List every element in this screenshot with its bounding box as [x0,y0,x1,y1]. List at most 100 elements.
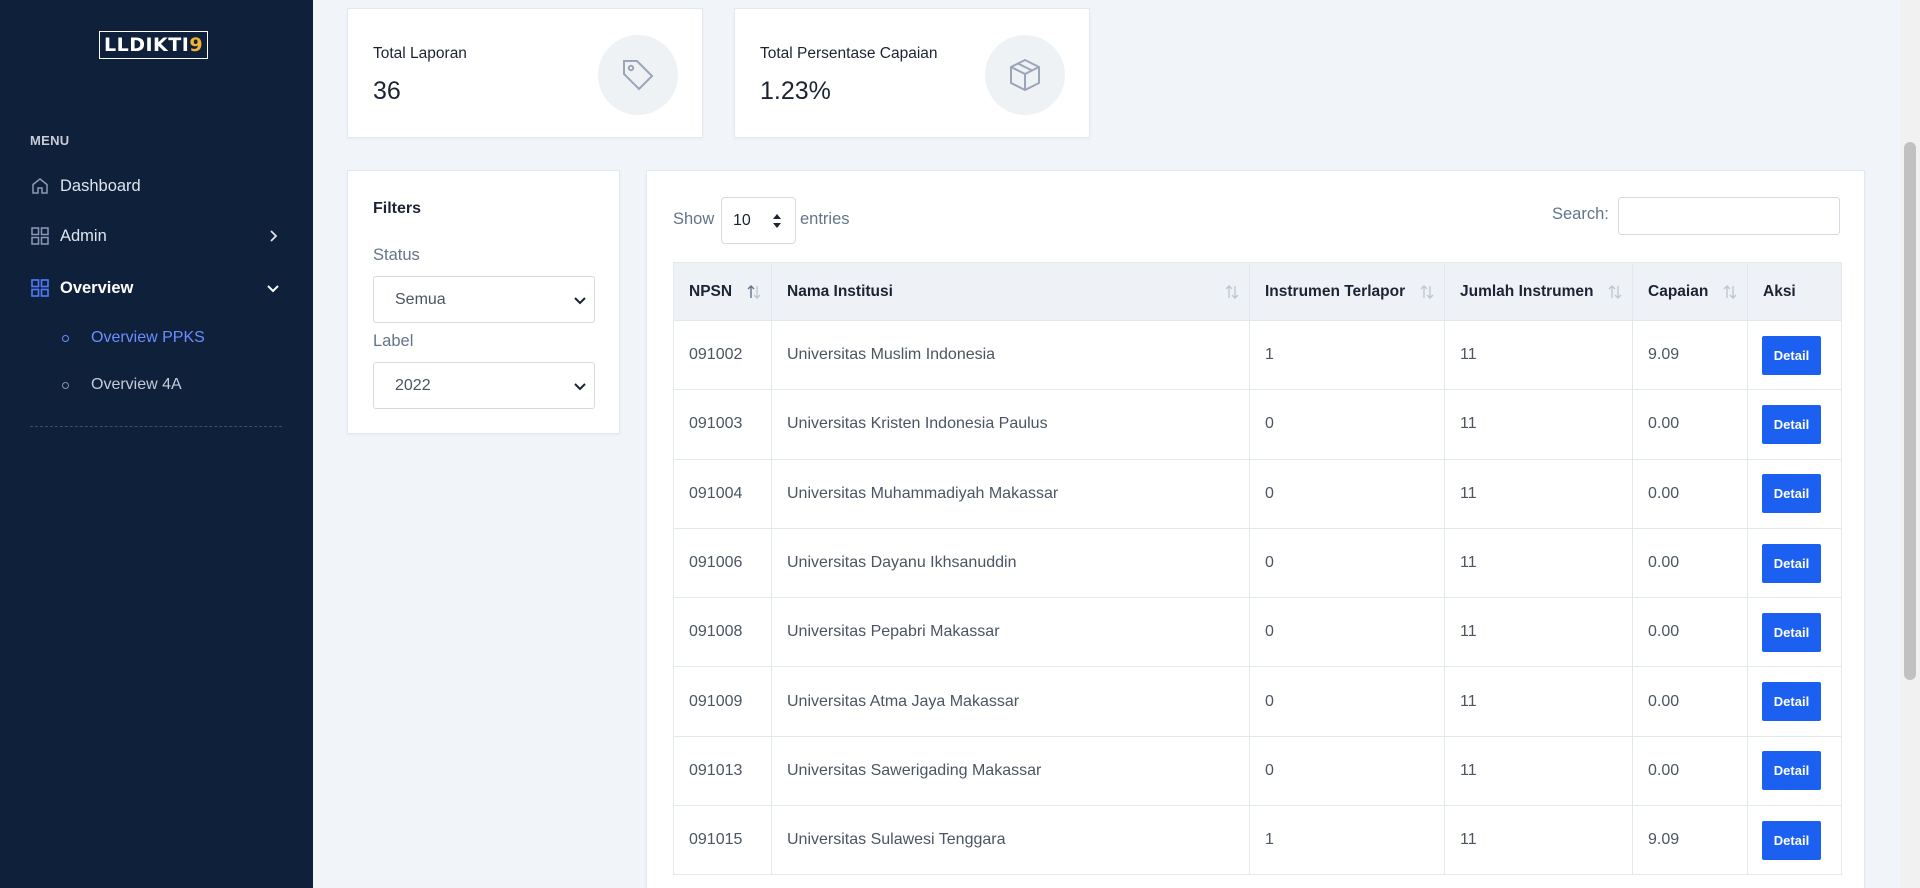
cell-capaian: 9.09 [1632,319,1748,391]
cell-jumlah-instrumen: 11 [1444,319,1633,391]
cell-capaian: 0.00 [1632,735,1748,807]
cell-nama-institusi: Universitas Sawerigading Makassar [771,735,1250,807]
cell-nama-institusi: Universitas Kristen Indonesia Paulus [771,389,1250,460]
cell-aksi: Detail [1747,735,1842,807]
cell-instrumen-terlapor: 0 [1249,527,1445,599]
status-filter-label: Status [373,246,420,264]
detail-button[interactable]: Detail [1762,751,1821,791]
app-logo[interactable]: LLDIKTI 9 [99,31,209,59]
table-header-row: NPSN Nama Institusi Instrumen Terlapor J… [673,262,1842,321]
chevron-down-icon [574,297,586,305]
sidebar-subitem-overview-4a[interactable]: Overview 4A [62,372,182,398]
entries-per-page-select[interactable]: 10 [721,197,796,244]
sort-icon [1225,285,1239,299]
cell-nama-institusi: Universitas Muslim Indonesia [771,319,1250,391]
cell-instrumen-terlapor: 0 [1249,735,1445,807]
data-table-panel: Show 10 entries Search: NPSN Nama Instit… [646,170,1865,888]
chevron-down-icon [264,279,282,297]
cell-npsn: 091008 [673,597,772,668]
sort-arrows-icon [773,214,781,228]
cell-jumlah-instrumen: 11 [1444,735,1633,807]
bullet-icon [62,381,69,389]
cell-aksi: Detail [1747,458,1842,529]
table-row: 091003 Universitas Kristen Indonesia Paul… [673,389,1842,460]
table-row: 091009 Universitas Atma Jaya Makassar 0 11 0… [673,666,1842,737]
box-icon [985,35,1065,115]
sidebar-divider [30,426,282,427]
sidebar: LLDIKTI 9 MENU Dashboard Admin Overview O… [0,0,313,888]
cell-npsn: 091006 [673,527,772,599]
sidebar-item-label: Overview [60,278,134,297]
table-row: 091006 Universitas Dayanu Ikhsanuddin 0 11 0… [673,527,1842,599]
cell-aksi: Detail [1747,666,1842,737]
label-filter-label: Label [373,332,414,350]
detail-button[interactable]: Detail [1762,612,1821,652]
cell-aksi: Detail [1747,319,1842,391]
detail-button[interactable]: Detail [1762,474,1821,514]
cell-aksi: Detail [1747,597,1842,668]
detail-button[interactable]: Detail [1762,820,1821,860]
grid-icon [30,278,50,298]
cell-capaian: 0.00 [1632,389,1748,460]
cell-capaian: 0.00 [1632,597,1748,668]
cell-npsn: 091004 [673,458,772,529]
show-label: Show [673,210,715,228]
detail-button[interactable]: Detail [1762,335,1821,375]
scrollbar-thumb[interactable] [1904,142,1916,680]
sort-icon [1608,285,1622,299]
label-select[interactable]: 2022 [373,362,595,409]
sidebar-item-label: Dashboard [60,176,141,195]
sidebar-subitem-overview-ppks[interactable]: Overview PPKS [62,325,205,351]
filters-title: Filters [373,200,422,217]
sidebar-item-admin[interactable]: Admin [30,221,282,251]
cell-capaian: 0.00 [1632,666,1748,737]
cell-instrumen-terlapor: 0 [1249,458,1445,529]
cell-aksi: Detail [1747,527,1842,599]
sidebar-subitem-label: Overview 4A [91,376,182,393]
cell-jumlah-instrumen: 11 [1444,597,1633,668]
cell-npsn: 091013 [673,735,772,807]
cell-instrumen-terlapor: 0 [1249,389,1445,460]
page-scrollbar[interactable] [1900,0,1920,888]
cell-jumlah-instrumen: 11 [1444,389,1633,460]
stat-value: 1.23% [760,77,831,105]
sort-icon [747,285,761,299]
cell-npsn: 091002 [673,319,772,391]
status-select[interactable]: Semua [373,276,595,323]
cell-nama-institusi: Universitas Sulawesi Tenggara [771,805,1250,876]
tag-icon [598,35,678,115]
column-header-jumlah-instrumen[interactable]: Jumlah Instrumen [1444,262,1633,321]
search-input[interactable] [1618,197,1840,235]
cell-jumlah-instrumen: 11 [1444,805,1633,876]
stat-card-total-persentase: Total Persentase Capaian 1.23% [734,8,1090,138]
status-select-value: Semua [395,290,446,308]
table-body: 091002 Universitas Muslim Indonesia 1 11 9.0… [673,319,1842,876]
stat-title: Total Laporan [373,45,467,62]
cell-capaian: 9.09 [1632,805,1748,876]
cell-instrumen-terlapor: 1 [1249,805,1445,876]
detail-button[interactable]: Detail [1762,682,1821,722]
entries-value: 10 [733,211,751,229]
stat-card-total-laporan: Total Laporan 36 [347,8,703,138]
column-header-nama-institusi[interactable]: Nama Institusi [771,262,1250,321]
menu-section-label: MENU [30,133,70,148]
bullet-icon [62,334,69,342]
table-row: 091015 Universitas Sulawesi Tenggara 1 11 9.… [673,805,1842,876]
detail-button[interactable]: Detail [1762,543,1821,583]
cell-aksi: Detail [1747,805,1842,876]
table-row: 091013 Universitas Sawerigading Makassar 0… [673,735,1842,807]
sidebar-item-overview[interactable]: Overview [30,273,282,303]
sidebar-item-dashboard[interactable]: Dashboard [30,171,282,201]
column-header-aksi: Aksi [1747,262,1842,321]
cell-npsn: 091015 [673,805,772,876]
chevron-down-icon [574,383,586,391]
sort-icon [1420,285,1434,299]
column-header-npsn[interactable]: NPSN [673,262,772,321]
cell-capaian: 0.00 [1632,527,1748,599]
column-header-instrumen-terlapor[interactable]: Instrumen Terlapor [1249,262,1445,321]
cell-jumlah-instrumen: 11 [1444,666,1633,737]
cell-nama-institusi: Universitas Dayanu Ikhsanuddin [771,527,1250,599]
column-header-capaian[interactable]: Capaian [1632,262,1748,321]
detail-button[interactable]: Detail [1762,404,1821,444]
stat-title: Total Persentase Capaian [760,45,938,62]
